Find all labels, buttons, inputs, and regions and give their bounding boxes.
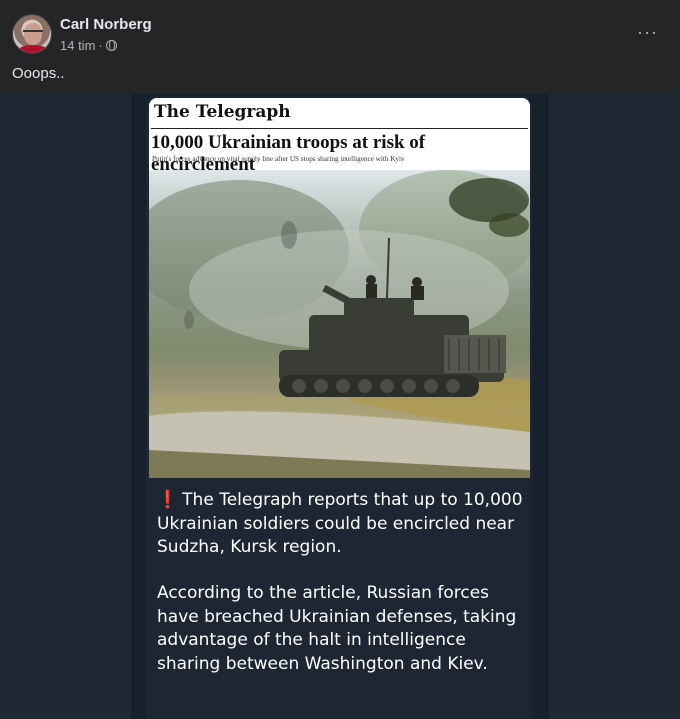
post-time[interactable]: 14 tim <box>60 38 95 53</box>
article-standfirst: Putin's forces advance on vital supply l… <box>152 155 405 163</box>
masthead: The Telegraph <box>154 102 291 122</box>
message-paragraph-1: ❗ The Telegraph reports that up to 10,000… <box>157 489 529 560</box>
article-headline: 10,000 Ukrainian troops at risk of encir… <box>151 128 528 176</box>
post-caption: Ooops.. <box>12 65 65 82</box>
author-name[interactable]: Carl Norberg <box>60 16 152 33</box>
globe-icon <box>105 40 117 51</box>
message-paragraph-2: According to the article, Russian forces… <box>157 583 517 674</box>
tank-photo <box>149 170 530 478</box>
meta-separator: · <box>98 38 103 53</box>
post-meta: 14 tim · <box>60 38 117 53</box>
post-image[interactable]: The Telegraph 10,000 Ukrainian troops at… <box>0 94 680 719</box>
post-header: Carl Norberg 14 tim · ··· Ooops.. <box>0 0 680 94</box>
message-text-1: The Telegraph reports that up to 10,000 … <box>157 490 523 557</box>
more-icon[interactable]: ··· <box>637 22 658 43</box>
article-preview: The Telegraph 10,000 Ukrainian troops at… <box>149 98 530 478</box>
avatar[interactable] <box>12 14 52 54</box>
alert-icon: ❗ <box>157 490 179 510</box>
